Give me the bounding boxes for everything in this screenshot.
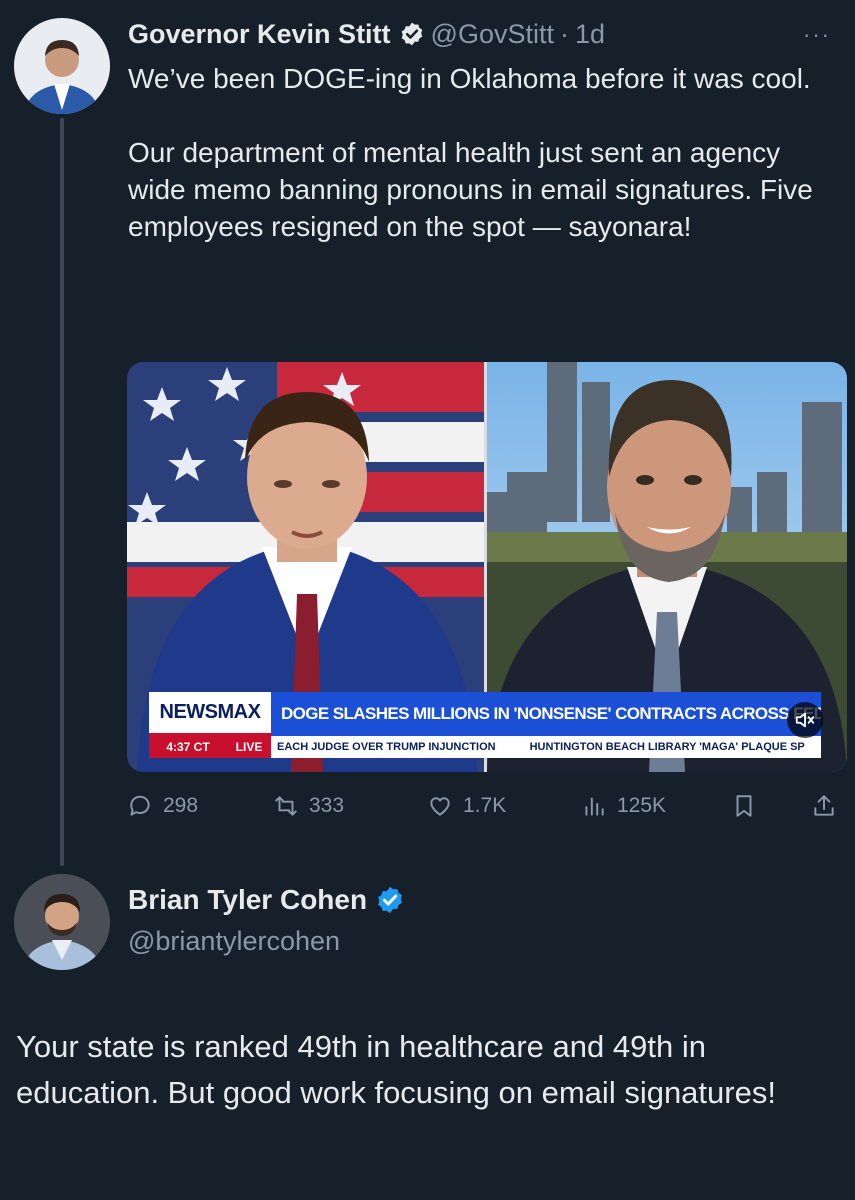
reply-count: 298	[163, 794, 199, 817]
tweet-text: We’ve been DOGE-ing in Oklahoma before i…	[128, 60, 838, 282]
header-separator: ·	[560, 18, 569, 49]
views-button[interactable]: 125K	[581, 784, 666, 828]
repost-count: 333	[309, 794, 345, 817]
bookmark-icon	[736, 795, 752, 817]
verified-badge-icon	[401, 22, 422, 46]
verified-badge-icon	[378, 886, 402, 914]
avatar-governor-image	[14, 18, 110, 114]
news-lower-third: NEWSMAX DOGE SLASHES MILLIONS IN 'NONSEN…	[149, 692, 821, 760]
newsmax-logo: NEWSMAX	[149, 692, 271, 736]
avatar-reply-author[interactable]	[14, 874, 110, 970]
live-badge: LIVE	[227, 736, 271, 758]
heart-icon	[430, 797, 450, 816]
repost-icon	[275, 796, 297, 816]
reply-author-handle[interactable]: @briantylercohen	[128, 926, 340, 957]
bookmark-button[interactable]	[731, 784, 767, 828]
author-name[interactable]: Governor Kevin Stitt	[128, 19, 391, 50]
news-clock: 4:37 CT	[149, 736, 227, 758]
share-icon	[814, 795, 834, 816]
tweet-timestamp[interactable]: 1d	[575, 19, 605, 50]
reply-icon	[130, 795, 150, 816]
speaker-muted-icon[interactable]	[787, 702, 823, 738]
ticker-item-1: EACH JUDGE OVER TRUMP INJUNCTION	[277, 741, 496, 753]
share-button[interactable]	[811, 784, 847, 828]
author-handle[interactable]: @GovStitt	[431, 19, 554, 50]
like-count: 1.7K	[463, 794, 507, 817]
reply-author-name[interactable]: Brian Tyler Cohen	[128, 884, 367, 916]
tweet-video[interactable]: NEWSMAX DOGE SLASHES MILLIONS IN 'NONSEN…	[127, 362, 847, 772]
news-ticker: EACH JUDGE OVER TRUMP INJUNCTION HUNTING…	[271, 736, 821, 758]
thread-connector-line	[60, 118, 64, 866]
reply-author-row: Brian Tyler Cohen	[128, 884, 405, 916]
speaker-muted-glyph	[795, 712, 815, 728]
tweet-paragraph-2: Our department of mental health just sen…	[128, 137, 813, 242]
more-options-icon[interactable]: ···	[803, 24, 831, 46]
avatar-reply-image	[14, 874, 110, 970]
repost-button[interactable]: 333	[273, 784, 344, 828]
views-chart-icon	[585, 797, 604, 816]
tweet-paragraph-1: We’ve been DOGE-ing in Oklahoma before i…	[128, 63, 811, 94]
reply-text: Your state is ranked 49th in healthcare …	[16, 1029, 776, 1110]
reply-button[interactable]: 298	[127, 784, 198, 828]
tweet-action-bar: 298 333 1.7K 125K	[127, 784, 847, 828]
like-button[interactable]: 1.7K	[427, 784, 506, 828]
avatar-governor[interactable]	[14, 18, 110, 114]
news-headline: DOGE SLASHES MILLIONS IN 'NONSENSE' CONT…	[271, 692, 821, 736]
views-count: 125K	[617, 794, 667, 817]
ticker-item-2: HUNTINGTON BEACH LIBRARY 'MAGA' PLAQUE S…	[529, 741, 805, 753]
tweet-header: Governor Kevin Stitt @GovStitt · 1d	[128, 14, 605, 54]
